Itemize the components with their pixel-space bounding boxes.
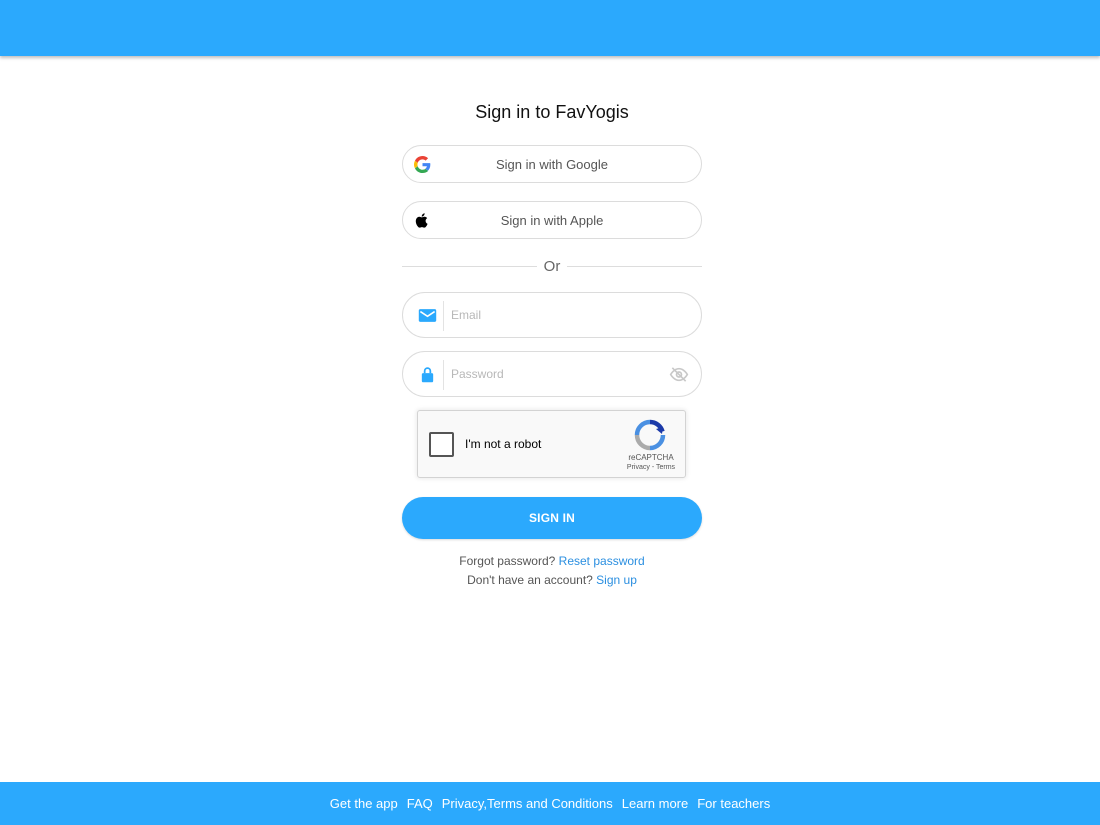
mail-icon xyxy=(418,309,437,322)
signup-link[interactable]: Sign up xyxy=(596,573,637,587)
signin-button[interactable]: SIGN IN xyxy=(402,497,702,539)
password-field xyxy=(402,351,702,397)
google-signin-label: Sign in with Google xyxy=(495,156,608,172)
divider-text: Or xyxy=(543,257,561,275)
apple-signin-label: Sign in with Apple xyxy=(500,212,604,228)
forgot-password-text: Forgot password? xyxy=(459,554,556,568)
recaptcha-icon xyxy=(634,419,666,451)
footer-link-for-teachers[interactable]: For teachers xyxy=(697,796,770,811)
footer-link-faq[interactable]: FAQ xyxy=(407,796,433,811)
recaptcha-label: I'm not a robot xyxy=(465,437,542,451)
google-signin-button[interactable]: Sign in with Google xyxy=(402,145,702,183)
password-separator xyxy=(443,360,444,390)
recaptcha-checkbox[interactable] xyxy=(429,432,454,457)
apple-icon xyxy=(415,213,428,228)
footer-link-get-app[interactable]: Get the app xyxy=(330,796,398,811)
recaptcha-link-separator: - xyxy=(651,464,655,471)
email-separator xyxy=(443,301,444,331)
divider-line-left xyxy=(402,265,537,267)
email-input[interactable] xyxy=(451,301,661,329)
page-title: Sign in to FavYogis xyxy=(475,102,629,122)
password-input[interactable] xyxy=(451,360,661,388)
recaptcha-widget: I'm not a robot reCAPTCHA Privacy - Term… xyxy=(417,410,686,478)
google-icon xyxy=(414,156,431,173)
recaptcha-privacy-link[interactable]: Privacy xyxy=(627,464,650,471)
or-divider: Or xyxy=(402,257,703,275)
reset-password-link[interactable]: Reset password xyxy=(559,554,645,568)
recaptcha-terms-link[interactable]: Terms xyxy=(656,464,675,471)
lock-icon xyxy=(421,367,434,383)
recaptcha-brand: reCAPTCHA xyxy=(628,453,674,462)
footer: Get the app FAQ Privacy,Terms and Condit… xyxy=(0,782,1100,825)
top-bar xyxy=(0,0,1100,56)
signup-line: Don't have an account? Sign up xyxy=(402,573,702,587)
footer-link-privacy-terms[interactable]: Privacy,Terms and Conditions xyxy=(442,796,613,811)
no-account-text: Don't have an account? xyxy=(467,573,593,587)
divider-line-right xyxy=(567,265,703,267)
eye-off-icon[interactable] xyxy=(669,366,689,383)
email-field xyxy=(402,292,702,338)
forgot-password-line: Forgot password? Reset password xyxy=(402,554,702,568)
footer-link-learn-more[interactable]: Learn more xyxy=(622,796,688,811)
apple-signin-button[interactable]: Sign in with Apple xyxy=(402,201,702,239)
recaptcha-links: Privacy - Terms xyxy=(622,464,680,471)
